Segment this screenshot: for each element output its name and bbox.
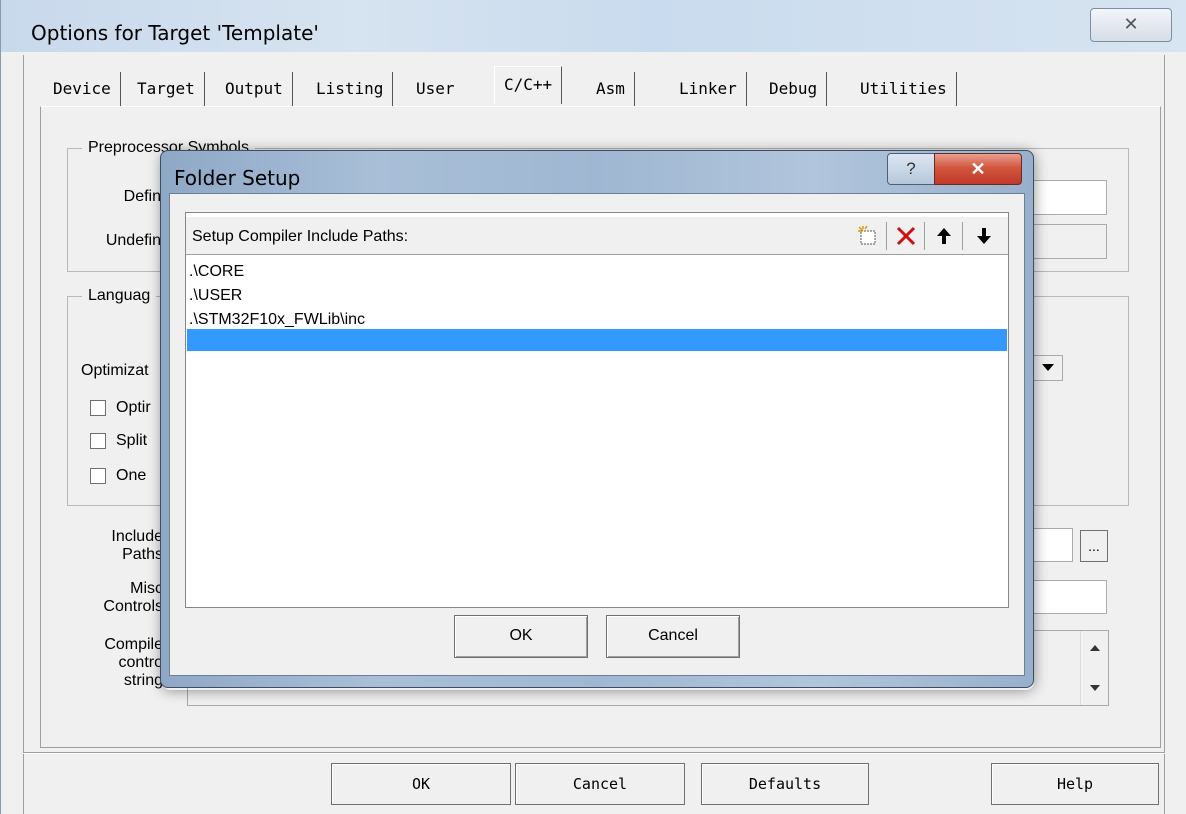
- folder-setup-help-button[interactable]: ?: [887, 153, 935, 185]
- arrow-up-icon: [937, 228, 951, 244]
- include-paths-list-header-label: Setup Compiler Include Paths:: [192, 228, 409, 245]
- compiler-control-label-line2: contro: [118, 654, 163, 671]
- tab-debug[interactable]: Debug: [760, 72, 828, 106]
- new-folder-icon: [858, 225, 876, 245]
- optimize-checkbox[interactable]: [90, 400, 106, 416]
- define-input[interactable]: [1033, 180, 1107, 215]
- delete-path-button[interactable]: [890, 221, 922, 251]
- defaults-button[interactable]: Defaults: [701, 763, 869, 805]
- tab-output[interactable]: Output: [216, 72, 293, 106]
- new-folder-button[interactable]: [852, 221, 884, 251]
- arrow-down-icon: [977, 228, 991, 244]
- undefine-label: Undefin: [105, 232, 161, 249]
- split-checkbox-label: Split: [116, 432, 148, 449]
- scroll-down-icon[interactable]: [1090, 685, 1100, 691]
- cancel-button[interactable]: Cancel: [515, 763, 685, 805]
- tab-c-cpp[interactable]: C/C++: [494, 66, 563, 104]
- help-button[interactable]: Help: [991, 763, 1159, 805]
- include-paths-browse-button[interactable]: ...: [1080, 530, 1108, 562]
- delete-icon: [896, 226, 916, 246]
- list-item-selected[interactable]: [187, 329, 1007, 351]
- split-checkbox[interactable]: [90, 433, 106, 449]
- close-icon: ✕: [970, 159, 986, 179]
- toolbar-separator: [962, 222, 963, 250]
- chevron-down-icon: [1042, 364, 1054, 371]
- tab-device[interactable]: Device: [44, 72, 121, 106]
- options-close-button[interactable]: ✕: [1090, 8, 1172, 42]
- list-item[interactable]: .\USER: [189, 286, 242, 306]
- help-icon: ?: [906, 159, 916, 178]
- list-item[interactable]: .\STM32F10x_FWLib\inc: [189, 310, 365, 330]
- folder-setup-cancel-button[interactable]: Cancel: [606, 615, 740, 658]
- list-item[interactable]: .\CORE: [189, 262, 244, 282]
- optimization-dropdown[interactable]: [1033, 355, 1063, 381]
- options-title: Options for Target 'Template': [31, 21, 319, 45]
- misc-controls-label: Misc Controls: [81, 580, 163, 616]
- tab-target[interactable]: Target: [128, 72, 205, 106]
- toolbar-separator: [886, 222, 887, 250]
- include-paths-label-line2: Paths: [122, 546, 163, 563]
- folder-setup-close-button[interactable]: ✕: [934, 153, 1022, 185]
- misc-controls-input[interactable]: [1033, 580, 1107, 614]
- one-checkbox-label: One: [116, 467, 147, 484]
- compiler-control-scrollbar[interactable]: [1080, 631, 1108, 705]
- define-label: Defin: [123, 188, 161, 205]
- bottom-separator: [23, 752, 1165, 754]
- tab-utilities[interactable]: Utilities: [851, 72, 957, 106]
- one-checkbox[interactable]: [90, 468, 106, 484]
- toolbar-separator: [924, 222, 925, 250]
- optimize-checkbox-label: Optir: [116, 399, 151, 416]
- misc-controls-label-line1: Misc: [130, 580, 163, 597]
- undefine-input[interactable]: [1033, 224, 1107, 259]
- language-legend: Languag: [82, 287, 157, 305]
- compiler-control-string-label: Compile contro string: [81, 636, 163, 690]
- scroll-up-icon[interactable]: [1090, 645, 1100, 651]
- folder-setup-title: Folder Setup: [174, 166, 301, 190]
- ok-button[interactable]: OK: [331, 763, 511, 805]
- close-icon: ✕: [1123, 14, 1139, 34]
- include-paths-list[interactable]: [185, 212, 1009, 608]
- compiler-control-label-line1: Compile: [104, 636, 163, 653]
- tab-linker[interactable]: Linker: [670, 72, 747, 106]
- tab-listing[interactable]: Listing: [307, 72, 394, 106]
- optimization-label: Optimizat: [81, 362, 149, 379]
- move-down-button[interactable]: [968, 221, 1000, 251]
- include-paths-label-line1: Include: [111, 528, 163, 545]
- tab-user[interactable]: User: [407, 72, 464, 106]
- include-paths-label: Include Paths: [81, 528, 163, 564]
- move-up-button[interactable]: [928, 221, 960, 251]
- include-paths-input[interactable]: [1033, 528, 1073, 562]
- tab-asm[interactable]: Asm: [587, 72, 635, 106]
- compiler-control-label-line3: string: [123, 672, 163, 689]
- misc-controls-label-line2: Controls: [103, 598, 163, 615]
- folder-setup-ok-button[interactable]: OK: [454, 615, 588, 658]
